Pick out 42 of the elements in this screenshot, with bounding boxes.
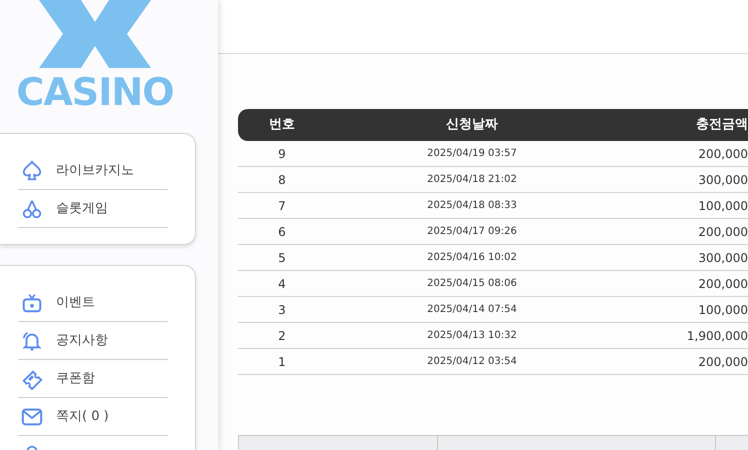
spade-icon xyxy=(21,160,43,182)
table-cell-text: 2 xyxy=(277,328,287,344)
table-cell-text: 2025/04/17 09:26 xyxy=(426,225,518,239)
table-cell-text: 6 xyxy=(277,224,287,240)
cherry-icon xyxy=(21,198,43,220)
table-cell-text: 200,000 xyxy=(697,276,748,292)
menu-item[interactable]: 공지사항 xyxy=(18,322,168,360)
table-cell-text: 300,000 xyxy=(697,172,748,188)
menu-item[interactable]: 쿠폰함 xyxy=(18,360,168,398)
menu-item[interactable]: 슬롯게임 xyxy=(18,190,168,228)
column-header: 번호 xyxy=(268,116,296,134)
table-cell-text: 2025/04/16 10:02 xyxy=(426,251,518,265)
menu-item[interactable]: 라이브카지노 xyxy=(18,152,168,190)
table-cell-text: 8 xyxy=(277,172,287,188)
table-cell-text: 2025/04/12 03:54 xyxy=(426,355,518,369)
table-cell-text: 2025/04/14 07:54 xyxy=(426,303,518,317)
column-header: 충전금액 xyxy=(695,116,748,134)
mail-icon xyxy=(21,406,43,428)
column-header: 신청날짜 xyxy=(445,116,499,134)
table-cell-text: 200,000 xyxy=(697,146,748,162)
table-cell-text: 3 xyxy=(277,302,287,318)
menu-item[interactable]: 이벤트 xyxy=(18,284,168,322)
ticket-icon xyxy=(21,368,43,390)
table-cell-text: 2025/04/18 21:02 xyxy=(426,173,518,187)
table-cell-text: 2025/04/13 10:32 xyxy=(426,329,518,343)
table-cell-text: 200,000 xyxy=(697,354,748,370)
table-cell-text: 9 xyxy=(277,146,287,162)
menu-item[interactable]: 쪽지( 0 ) xyxy=(18,398,168,436)
bell-icon xyxy=(21,330,43,352)
table-cell-text: 200,000 xyxy=(697,224,748,240)
table-cell-text: 2025/04/19 03:57 xyxy=(426,147,518,161)
table-cell-text: 2025/04/15 08:06 xyxy=(426,277,518,291)
table-cell-text: 5 xyxy=(277,250,287,266)
table-cell-text: 300,000 xyxy=(697,250,748,266)
table-cell-text: 7 xyxy=(277,198,287,214)
table-cell-text: 4 xyxy=(277,276,287,292)
table-cell-text: 100,000 xyxy=(697,302,748,318)
table-cell-text: 1,900,000 xyxy=(686,328,748,344)
table-cell-text: 2025/04/18 08:33 xyxy=(426,199,518,213)
logo-text: CASINO xyxy=(16,72,174,112)
table-cell-text: 100,000 xyxy=(697,198,748,214)
table-cell-text: 1 xyxy=(277,354,287,370)
